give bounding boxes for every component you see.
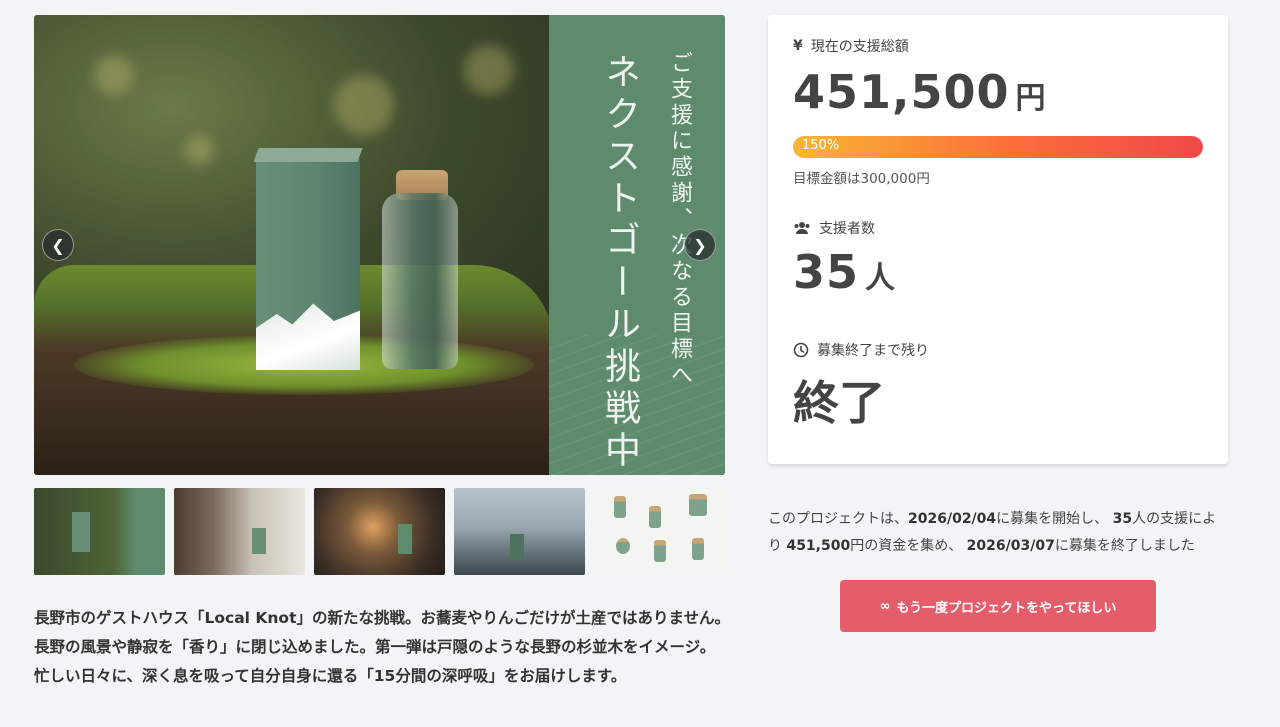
request-again-button[interactable]: ∞ もう一度プロジェクトをやってほしい — [840, 580, 1156, 632]
promo-panel-subtitle: ご支援に感謝、次なる目標へ — [667, 51, 692, 389]
users-icon — [794, 222, 810, 234]
carousel-next-button[interactable]: ❯ — [684, 229, 716, 261]
request-again-label: もう一度プロジェクトをやってほしい — [896, 600, 1117, 616]
project-summary: このプロジェクトは、2026/02/04に募集を開始し、 35人の支援により 4… — [768, 511, 1217, 554]
carousel-prev-button[interactable]: ❮ — [42, 229, 74, 261]
backers-label-row: 支援者数 — [793, 218, 875, 238]
summary-amount: 451,500 — [786, 538, 851, 554]
project-description: 長野市のゲストハウス「Local Knot」の新たな挑戦。お蕎麦やりんごだけが土… — [34, 609, 731, 685]
funding-label: 現在の支援総額 — [810, 39, 909, 55]
product-bottle — [382, 193, 458, 369]
thumbnail-4[interactable] — [454, 488, 585, 575]
backers-unit: 人 — [865, 261, 896, 296]
goal-amount: 目標金額は300,000円 — [793, 171, 930, 187]
progress-percent: 150% — [802, 138, 840, 153]
summary-backers: 35 — [1112, 511, 1133, 527]
backers-count: 35 — [793, 245, 860, 299]
remaining-status: 終了 — [793, 376, 885, 430]
product-box — [253, 148, 363, 370]
thumbnail-strip — [34, 488, 725, 575]
bokeh-light — [334, 75, 394, 135]
progress-fill — [793, 136, 1203, 158]
backers-label: 支援者数 — [819, 221, 875, 237]
infinity-icon: ∞ — [879, 598, 891, 614]
promo-panel-title: ネクストゴール挑戦中 — [599, 53, 640, 473]
funding-progress-bar: 150% — [793, 136, 1203, 158]
funding-label-row: ¥ 現在の支援総額 — [793, 36, 909, 56]
thumbnail-3[interactable] — [314, 488, 445, 575]
thumbnail-5[interactable] — [594, 488, 725, 575]
bokeh-light — [464, 45, 514, 95]
backers-count-row: 35 人 — [793, 245, 895, 299]
funding-amount-row: 451,500 円 — [793, 65, 1046, 119]
funding-amount: 451,500 — [793, 65, 1010, 119]
thumbnail-1[interactable] — [34, 488, 165, 575]
clock-icon — [793, 342, 809, 358]
funding-stats-card: ¥ 現在の支援総額 451,500 円 150% 目標金額は300,000円 支… — [768, 15, 1228, 464]
remaining-label: 募集終了まで残り — [817, 343, 929, 359]
bokeh-light — [184, 135, 214, 165]
funding-unit: 円 — [1015, 81, 1046, 116]
chevron-left-icon: ❮ — [51, 235, 65, 255]
thumbnail-2[interactable] — [174, 488, 305, 575]
end-date: 2026/03/07 — [966, 538, 1055, 554]
main-project-image: ご支援に感謝、次なる目標へ ネクストゴール挑戦中 — [34, 15, 725, 475]
bokeh-light — [94, 55, 134, 95]
yen-icon: ¥ — [793, 38, 803, 54]
remaining-label-row: 募集終了まで残り — [793, 340, 929, 360]
start-date: 2026/02/04 — [908, 511, 997, 527]
chevron-right-icon: ❯ — [693, 235, 707, 255]
